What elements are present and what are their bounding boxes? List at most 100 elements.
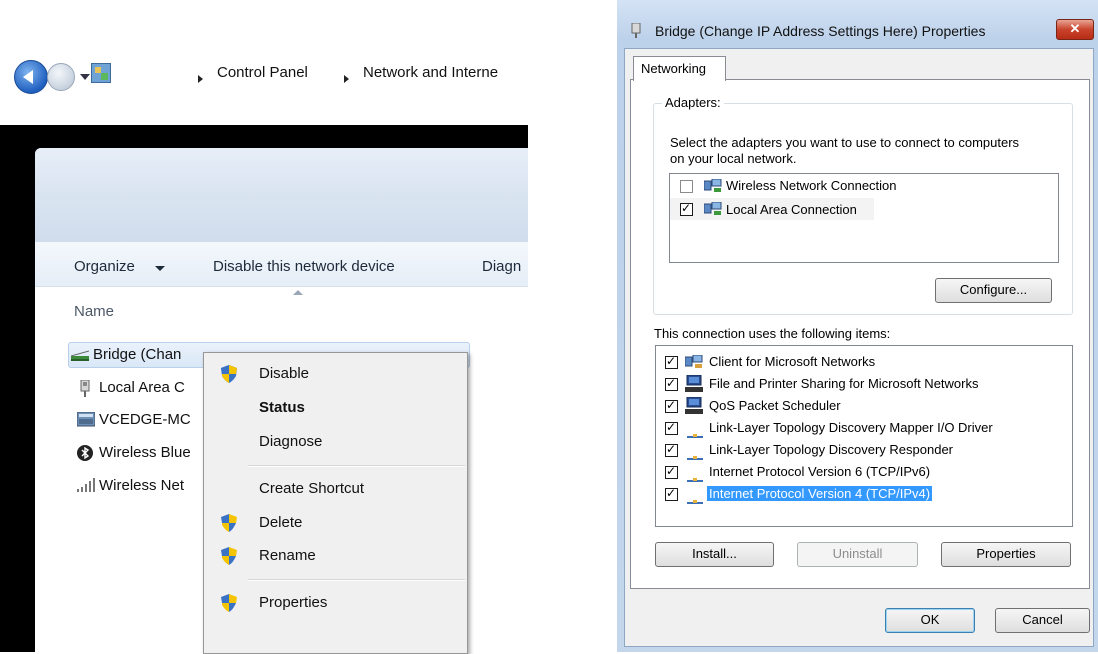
close-button[interactable]: ✕: [1056, 19, 1094, 40]
list-item[interactable]: Internet Protocol Version 6 (TCP/IPv6): [656, 461, 1072, 483]
menu-item-disable[interactable]: Disable: [204, 359, 467, 389]
item-checkbox[interactable]: [665, 376, 678, 391]
breadcrumb-network[interactable]: Network and Interne: [363, 64, 498, 81]
protocol-icon: [687, 471, 703, 482]
context-menu: Disable Status Diagnose Create Shortcut …: [203, 352, 468, 654]
properties-button[interactable]: Properties: [941, 542, 1071, 567]
adapter-checkbox[interactable]: [680, 201, 693, 216]
menu-item-properties[interactable]: Properties: [204, 588, 467, 618]
adapter-label: Local Area Connection: [726, 202, 857, 217]
tab-networking[interactable]: Networking: [633, 56, 726, 81]
breadcrumb-chevron-icon[interactable]: [344, 75, 349, 83]
row-label: Bridge (Chan: [93, 346, 182, 363]
network-adapter-icon: [630, 22, 642, 39]
menu-item-label: Disable: [259, 365, 310, 382]
back-button[interactable]: [14, 60, 48, 94]
network-connection-icon: [703, 201, 722, 216]
column-header-name[interactable]: Name: [74, 303, 114, 320]
network-connection-icon: [703, 178, 722, 193]
sort-ascending-icon: [293, 290, 303, 295]
list-item[interactable]: File and Printer Sharing for Microsoft N…: [656, 373, 1072, 395]
computer-icon: [685, 374, 703, 393]
item-checkbox[interactable]: [665, 354, 678, 369]
menu-item-label: Diagnose: [259, 433, 323, 450]
menu-item-rename[interactable]: Rename: [204, 541, 467, 571]
item-checkbox[interactable]: [665, 486, 678, 501]
menu-item-label: Create Shortcut: [259, 480, 365, 497]
bridge-icon: [70, 347, 90, 363]
adapters-description: Select the adapters you want to use to c…: [670, 135, 1020, 150]
menu-item-status[interactable]: Status: [204, 393, 467, 423]
breadcrumb-control-panel[interactable]: Control Panel: [217, 64, 308, 81]
item-label: File and Printer Sharing for Microsoft N…: [709, 376, 979, 391]
uninstall-button[interactable]: Uninstall: [797, 542, 918, 567]
disable-device-button[interactable]: Disable this network device: [213, 258, 395, 275]
item-label: Link-Layer Topology Discovery Responder: [709, 442, 953, 457]
forward-button[interactable]: [47, 63, 75, 91]
uac-shield-icon: [221, 547, 237, 565]
list-item[interactable]: Link-Layer Topology Discovery Mapper I/O…: [656, 417, 1072, 439]
item-label: QoS Packet Scheduler: [709, 398, 841, 413]
connection-items-list: Client for Microsoft Networks File and P…: [655, 345, 1073, 527]
adapter-item[interactable]: Wireless Network Connection: [670, 176, 900, 196]
protocol-icon: [687, 449, 703, 460]
list-item[interactable]: Link-Layer Topology Discovery Responder: [656, 439, 1072, 461]
control-panel-icon: [91, 63, 111, 83]
bluetooth-icon: [77, 445, 93, 461]
menu-item-label: Delete: [259, 514, 303, 531]
adapter-label: Wireless Network Connection: [726, 178, 897, 193]
row-label: Wireless Blue: [99, 444, 191, 461]
item-checkbox[interactable]: [665, 464, 678, 479]
ok-button[interactable]: OK: [885, 608, 975, 633]
row-label: Local Area C: [99, 379, 185, 396]
history-dropdown-icon[interactable]: [80, 74, 90, 80]
wireless-signal-icon: [77, 478, 95, 494]
item-checkbox[interactable]: [665, 398, 678, 413]
network-client-icon: [684, 354, 703, 369]
computer-icon: [685, 396, 703, 415]
vpn-adapter-icon: [76, 411, 96, 428]
chevron-down-icon: [155, 266, 165, 271]
menu-separator: [248, 465, 465, 467]
uac-shield-icon: [221, 594, 237, 612]
breadcrumb-chevron-icon[interactable]: [198, 75, 203, 83]
cancel-button[interactable]: Cancel: [995, 608, 1090, 633]
explorer-titlebar: [35, 148, 528, 200]
uac-shield-icon: [221, 365, 237, 383]
item-checkbox[interactable]: [665, 442, 678, 457]
adapters-list: Wireless Network Connection Local Area C…: [669, 173, 1059, 263]
uac-shield-icon: [221, 514, 237, 532]
row-label: VCEDGE-MC: [99, 411, 191, 428]
network-adapter-icon: [77, 379, 93, 397]
item-label: Internet Protocol Version 6 (TCP/IPv6): [709, 464, 931, 479]
menu-item-delete[interactable]: Delete: [204, 508, 467, 538]
row-label: Wireless Net: [99, 477, 185, 494]
dialog-title: Bridge (Change IP Address Settings Here)…: [655, 23, 986, 39]
menu-item-label: Properties: [259, 594, 328, 611]
adapters-legend: Adapters:: [662, 95, 724, 110]
item-label: Link-Layer Topology Discovery Mapper I/O…: [709, 420, 993, 435]
adapter-checkbox[interactable]: [680, 180, 693, 193]
list-item[interactable]: QoS Packet Scheduler: [656, 395, 1072, 417]
item-label: Internet Protocol Version 4 (TCP/IPv4): [707, 486, 933, 501]
diagnose-button[interactable]: Diagn: [482, 258, 521, 275]
protocol-icon: [687, 427, 703, 438]
item-label: Client for Microsoft Networks: [709, 354, 876, 369]
menu-item-create-shortcut[interactable]: Create Shortcut: [204, 474, 467, 504]
items-caption: This connection uses the following items…: [654, 326, 891, 341]
menu-separator: [248, 579, 465, 581]
configure-button[interactable]: Configure...: [935, 278, 1052, 303]
item-checkbox[interactable]: [665, 420, 678, 435]
list-item-selected[interactable]: Internet Protocol Version 4 (TCP/IPv4): [656, 483, 1072, 505]
menu-item-label: Rename: [259, 547, 316, 564]
install-button[interactable]: Install...: [655, 542, 774, 567]
adapter-item[interactable]: Local Area Connection: [670, 198, 874, 220]
close-icon: ✕: [1069, 21, 1081, 36]
organize-button[interactable]: Organize: [74, 258, 135, 275]
menu-item-diagnose[interactable]: Diagnose: [204, 427, 467, 457]
tab-label: Networking: [641, 61, 707, 76]
address-bar[interactable]: [35, 200, 528, 242]
list-item[interactable]: Client for Microsoft Networks: [656, 351, 1072, 373]
adapters-description-2: on your local network.: [670, 151, 797, 166]
protocol-icon: [687, 493, 703, 504]
